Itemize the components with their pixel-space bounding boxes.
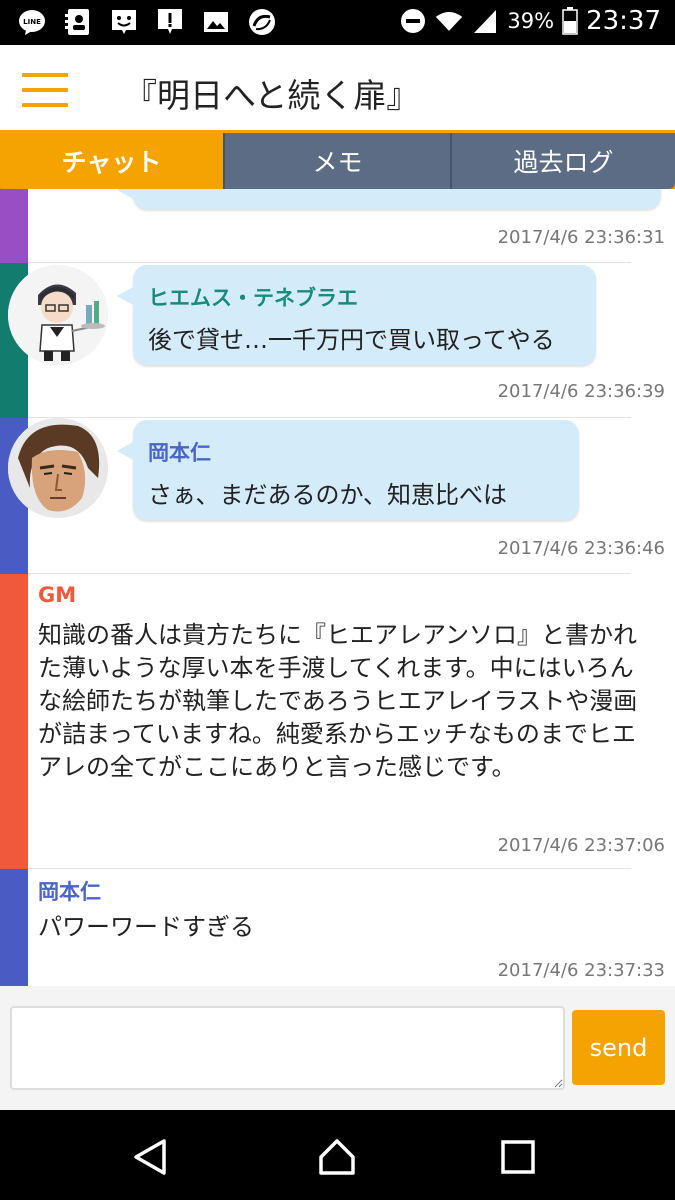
message-text: さぁ、まだあるのか、知恵比べは: [148, 481, 508, 509]
send-button[interactable]: send: [572, 1010, 665, 1085]
status-bar: LINE 39% 23:37: [0, 0, 675, 45]
message-stripe: [0, 574, 28, 869]
image-icon: [202, 8, 230, 36]
svg-text:LINE: LINE: [23, 18, 41, 26]
message-timestamp: 2017/4/6 23:37:33: [497, 960, 665, 981]
chat-log[interactable]: 2017/4/6 23:36:31 ヒエムス・テネブラエ 後で貸せ…一千万円で買…: [0, 189, 675, 986]
back-icon[interactable]: [130, 1137, 170, 1177]
sender-name: 岡本仁: [38, 880, 101, 904]
signal-icon: [471, 7, 499, 35]
chat-message: 2017/4/6 23:36:31: [0, 189, 675, 263]
message-timestamp: 2017/4/6 23:36:31: [497, 227, 665, 248]
tab-bar: チャット メモ 過去ログ: [0, 133, 675, 189]
battery-percent: 39%: [507, 9, 555, 33]
hamburger-icon[interactable]: [22, 73, 68, 107]
app-header: 『明日へと続く扉』: [0, 45, 675, 133]
chat-message: ヒエムス・テネブラエ 後で貸せ…一千万円で買い取ってやる 2017/4/6 23…: [0, 263, 675, 418]
message-stripe: [0, 189, 28, 263]
sender-name: ヒエムス・テネブラエ: [148, 286, 358, 310]
clock: 23:37: [586, 6, 661, 36]
message-timestamp: 2017/4/6 23:36:39: [497, 381, 665, 402]
message-text: パワーワードすぎる: [38, 913, 254, 941]
message-text: 知識の番人は貴方たちに『ヒエアレアンソロ』と書かれた薄いような厚い本を手渡してく…: [38, 621, 638, 781]
wifi-icon: [435, 7, 463, 35]
sender-name: GM: [38, 583, 77, 607]
avatar: [8, 418, 108, 518]
message-bubble: [117, 189, 661, 209]
home-icon[interactable]: [317, 1137, 357, 1177]
sender-name: 岡本仁: [148, 441, 211, 465]
chat-message: 岡本仁 パワーワードすぎる 2017/4/6 23:37:33: [0, 869, 675, 986]
battery-icon: [562, 7, 578, 35]
tab-memo[interactable]: メモ: [223, 133, 450, 189]
avatar: [8, 265, 108, 365]
line-icon: LINE: [18, 8, 46, 36]
contacts-icon: [64, 8, 92, 36]
message-bubble: ヒエムス・テネブラエ 後で貸せ…一千万円で買い取ってやる: [117, 265, 596, 365]
do-not-disturb-icon: [399, 7, 427, 35]
system-nav-bar: [0, 1110, 675, 1200]
recents-icon[interactable]: [498, 1137, 538, 1177]
composer: send: [0, 986, 675, 1110]
tab-chat[interactable]: チャット: [0, 133, 223, 189]
message-timestamp: 2017/4/6 23:36:46: [497, 538, 665, 559]
alert-icon: [156, 8, 184, 36]
tab-past-log[interactable]: 過去ログ: [450, 133, 675, 189]
message-bubble: 岡本仁 さぁ、まだあるのか、知恵比べは: [117, 420, 579, 520]
chat-message: GM 知識の番人は貴方たちに『ヒエアレアンソロ』と書かれた薄いような厚い本を手渡…: [0, 574, 675, 869]
sync-icon: [248, 8, 276, 36]
message-text: 後で貸せ…一千万円で買い取ってやる: [148, 326, 555, 354]
message-timestamp: 2017/4/6 23:37:06: [497, 835, 665, 856]
face-notification-icon: [110, 8, 138, 36]
chat-message: 岡本仁 さぁ、まだあるのか、知恵比べは 2017/4/6 23:36:46: [0, 418, 675, 574]
message-input[interactable]: [10, 1006, 565, 1090]
page-title: 『明日へと続く扉』: [124, 76, 420, 115]
message-stripe: [0, 869, 28, 986]
